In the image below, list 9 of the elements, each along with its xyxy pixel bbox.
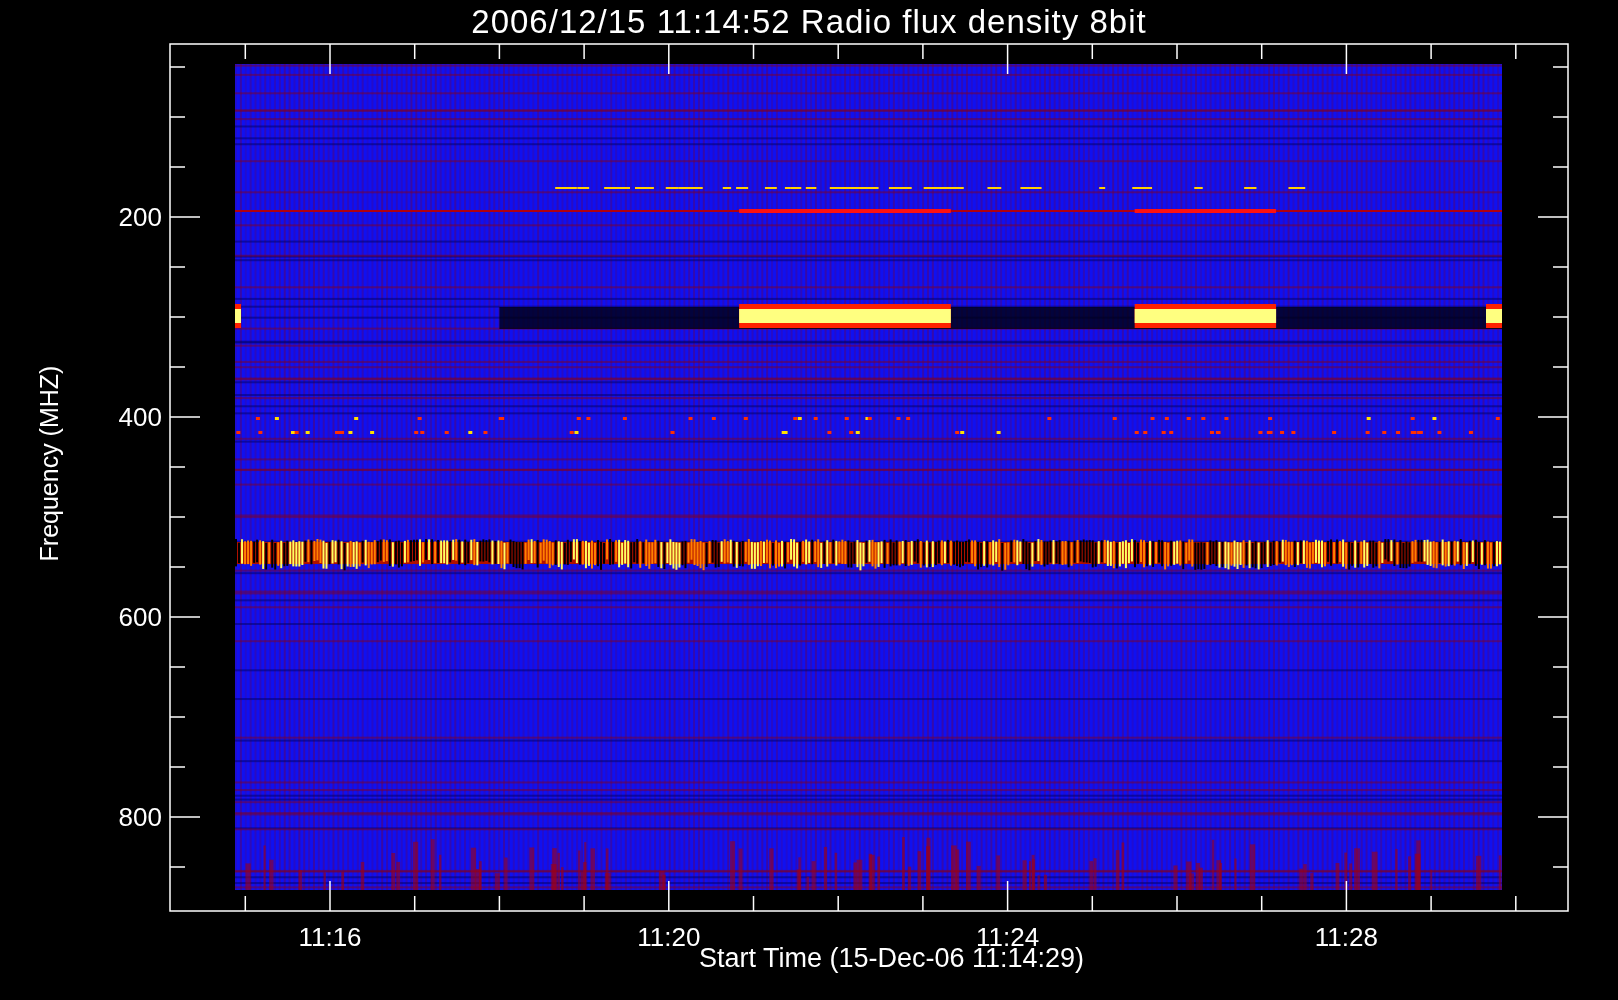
y-tick-label: 200 — [118, 202, 162, 232]
x-tick-label: 11:28 — [1314, 922, 1378, 952]
y-axis-label: Frequency (MHZ) — [35, 365, 65, 561]
chart-title: 2006/12/15 11:14:52 Radio flux density 8bit — [470, 1, 1148, 42]
y-tick-label: 400 — [118, 402, 162, 432]
x-tick-label: 11:16 — [298, 922, 362, 952]
y-tick-label: 800 — [118, 802, 162, 832]
y-tick-label: 600 — [118, 602, 162, 632]
x-tick-label: 11:20 — [637, 922, 701, 952]
